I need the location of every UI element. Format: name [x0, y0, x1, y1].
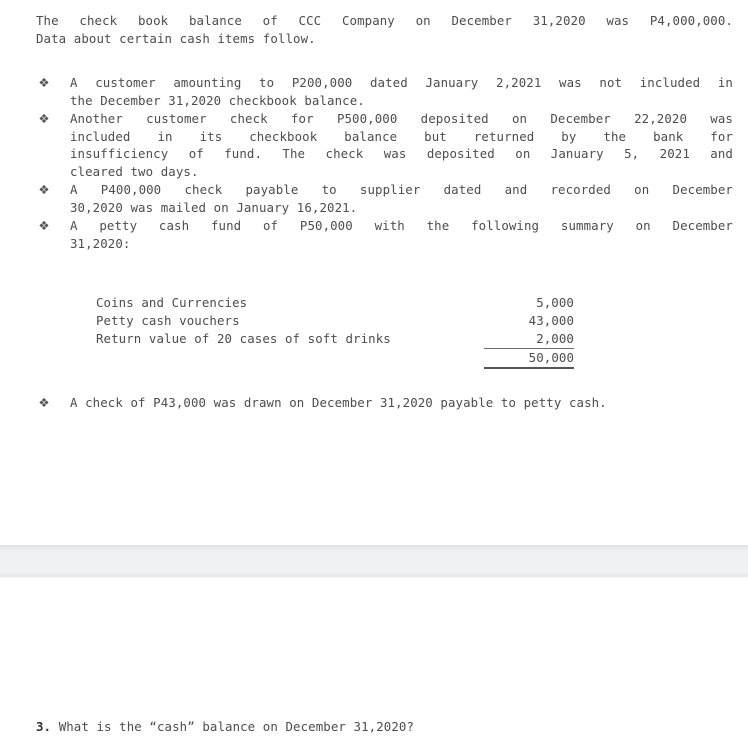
- diamond-bullet-icon: ❖: [38, 182, 50, 197]
- bullet-item-text: A petty cash fund of P50,000 with the fo…: [70, 217, 733, 252]
- table-total-row: 50,000: [96, 348, 574, 369]
- bullet-line: included in its checkbook balance but re…: [70, 128, 733, 144]
- question-line: 3. What is the “cash” balance on Decembe…: [36, 718, 414, 736]
- summary-row-amount: 2,000: [484, 330, 574, 349]
- summary-total-label: [96, 349, 484, 369]
- diamond-bullet-icon: ❖: [38, 395, 50, 410]
- diamond-bullet-icon: ❖: [38, 111, 50, 126]
- bullet-line: cleared two days.: [70, 163, 199, 179]
- bullet-item-text: Another customer check for P500,000 depo…: [70, 110, 733, 180]
- bullet-line: 31,2020:: [70, 235, 131, 251]
- diamond-bullet-icon: ❖: [38, 218, 50, 233]
- bullet-item-text: A customer amounting to P200,000 dated J…: [70, 74, 733, 109]
- bullet-line: 30,2020 was mailed on January 16,2021.: [70, 199, 358, 215]
- summary-row-amount: 5,000: [536, 295, 574, 310]
- bullet-item: ❖ Another customer check for P500,000 de…: [36, 110, 733, 180]
- bullet-item: ❖ A petty cash fund of P50,000 with the …: [36, 217, 733, 252]
- bullet-item: ❖ A check of P43,000 was drawn on Decemb…: [36, 394, 733, 412]
- table-row: Petty cash vouchers 43,000: [96, 312, 574, 330]
- summary-row-amount: 43,000: [528, 313, 574, 328]
- summary-row-label: Coins and Currencies: [96, 295, 248, 310]
- bullet-list: ❖ A customer amounting to P200,000 dated…: [36, 74, 733, 253]
- bullet-item-text: A check of P43,000 was drawn on December…: [70, 394, 733, 412]
- summary-row-label: Return value of 20 cases of soft drinks: [96, 331, 391, 347]
- bullet-line: A petty cash fund of P50,000 with the fo…: [70, 218, 733, 233]
- table-row: Coins and Currencies 5,000: [96, 294, 574, 312]
- page-separator-band: [0, 545, 748, 578]
- question-number: 3.: [36, 719, 52, 734]
- bullet-line: A P400,000 check payable to supplier dat…: [70, 182, 733, 197]
- bullet-list-continued: ❖ A check of P43,000 was drawn on Decemb…: [36, 394, 733, 413]
- bullet-line: the December 31,2020 checkbook balance.: [70, 92, 365, 108]
- question-text: What is the “cash” balance on December 3…: [58, 719, 414, 734]
- intro-line-2: Data about certain cash items follow.: [36, 30, 316, 46]
- bullet-line: A check of P43,000 was drawn on December…: [70, 395, 607, 410]
- bullet-item: ❖ A customer amounting to P200,000 dated…: [36, 74, 733, 109]
- petty-cash-summary-table: Coins and Currencies 5,000 Petty cash vo…: [96, 294, 574, 369]
- intro-paragraph: The check book balance of CCC Company on…: [36, 12, 733, 47]
- bullet-line: insufficiency of fund. The check was dep…: [70, 146, 733, 161]
- bullet-item-text: A P400,000 check payable to supplier dat…: [70, 181, 733, 216]
- intro-line-1: The check book balance of CCC Company on…: [36, 13, 733, 28]
- bullet-line: A customer amounting to P200,000 dated J…: [70, 75, 733, 90]
- summary-row-label: Petty cash vouchers: [96, 313, 240, 328]
- summary-total-amount: 50,000: [484, 348, 574, 369]
- table-row: Return value of 20 cases of soft drinks …: [96, 330, 574, 349]
- bullet-line: Another customer check for P500,000 depo…: [70, 111, 733, 126]
- bullet-item: ❖ A P400,000 check payable to supplier d…: [36, 181, 733, 216]
- diamond-bullet-icon: ❖: [38, 75, 50, 90]
- scanned-document-page: The check book balance of CCC Company on…: [0, 0, 748, 744]
